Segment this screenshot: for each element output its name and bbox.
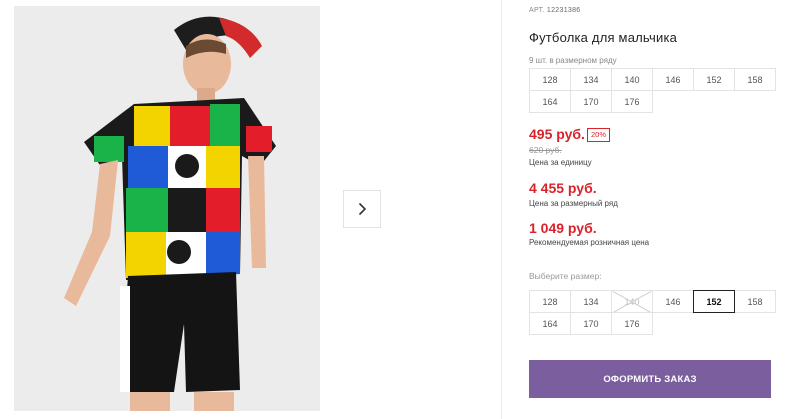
product-photo-illustration [14,6,320,411]
retail-price-caption: Рекомендуемая розничная цена [529,238,650,247]
size-row-cell: 146 [652,68,694,91]
row-price: 4 455 руб. [529,180,597,196]
size-row-cell: 134 [570,68,612,91]
size-option-selected[interactable]: 152 [693,290,735,313]
size-option-unavailable: 140 [611,290,653,313]
size-row-cell: 170 [570,90,612,113]
size-option[interactable]: 164 [529,312,571,335]
size-row-grid: 128 134 140 146 152 158 164 170 176 [529,68,776,113]
size-option[interactable]: 134 [570,290,612,313]
article-value: 12231386 [546,7,581,14]
old-price: 620 руб. [529,145,562,155]
article-number: АРТ. 12231386 [529,7,580,14]
size-option[interactable]: 176 [611,312,653,335]
size-row-cell: 128 [529,68,571,91]
retail-price: 1 049 руб. [529,220,597,236]
size-option[interactable]: 146 [652,290,694,313]
unit-price-caption: Цена за единицу [529,158,592,167]
size-row-cell: 158 [734,68,776,91]
product-photo[interactable] [14,6,320,411]
discount-badge: 20% [587,128,611,142]
size-option[interactable]: 170 [570,312,612,335]
column-divider [501,0,502,419]
chevron-right-icon [358,202,367,216]
choose-size-label: Выберите размер: [529,271,602,281]
size-row-cell: 152 [693,68,735,91]
gallery-margin [0,0,14,419]
article-label: АРТ. [529,7,545,14]
unit-price: 495 руб. [529,126,585,142]
order-button[interactable]: ОФОРМИТЬ ЗАКАЗ [529,360,771,398]
size-option[interactable]: 158 [734,290,776,313]
size-row-cell: 164 [529,90,571,113]
size-option[interactable]: 128 [529,290,571,313]
size-row-label: 9 шт. в размерном ряду [529,56,617,65]
size-row-cell: 176 [611,90,653,113]
gallery-next-button[interactable] [343,190,381,228]
size-selector: 128 134 140 146 152 158 164 170 176 [529,290,776,335]
size-row-cell: 140 [611,68,653,91]
product-title: Футболка для мальчика [529,30,678,45]
row-price-caption: Цена за размерный ряд [529,199,618,208]
